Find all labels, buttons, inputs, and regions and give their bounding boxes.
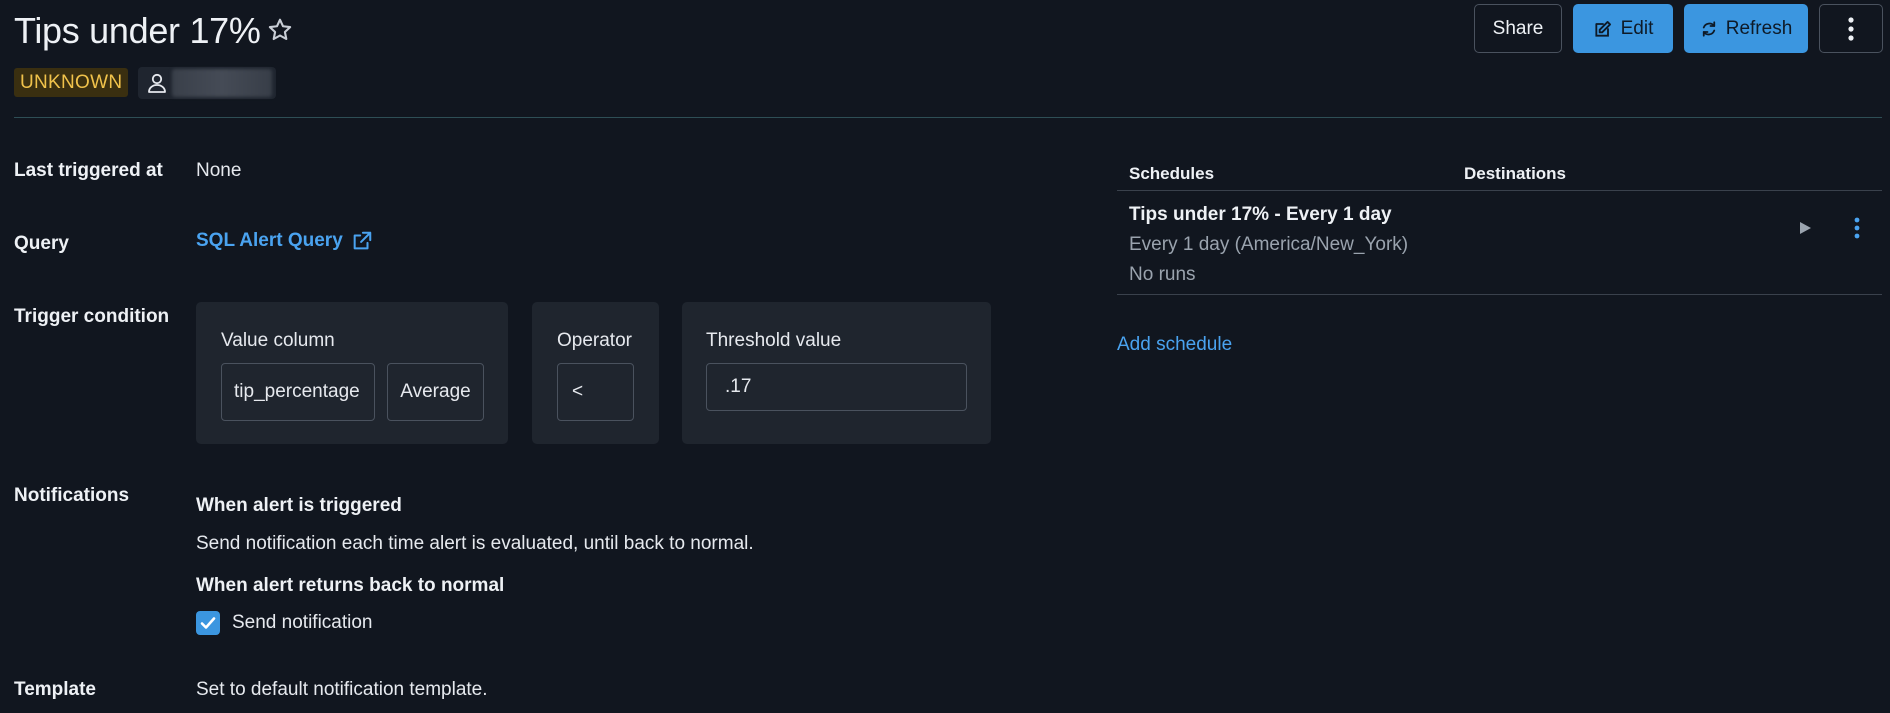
schedule-runs: No runs [1129,264,1196,285]
schedule-row-divider [1117,294,1882,295]
value-column-select[interactable]: tip_percentage [221,363,375,421]
more-options-button[interactable] [1819,4,1883,53]
schedule-frequency: Every 1 day (America/New_York) [1129,234,1409,255]
template-value: Set to default notification template. [196,679,488,700]
schedule-name: Tips under 17% - Every 1 day [1129,204,1392,225]
kebab-icon [1848,16,1854,41]
edit-label: Edit [1620,17,1654,39]
when-triggered-text: Send notification each time alert is eva… [196,533,754,554]
edit-icon [1595,20,1611,37]
status-badge: UNKNOWN [14,68,129,97]
schedules-column-header: Schedules [1129,164,1215,183]
schedule-kebab-icon[interactable] [1853,216,1861,240]
last-triggered-value: None [196,160,242,181]
template-label: Template [14,679,97,700]
header-divider [14,117,1882,118]
owner-name-redacted [172,69,272,97]
edit-button[interactable]: Edit [1573,4,1673,53]
check-icon [200,617,216,629]
star-icon[interactable] [266,16,294,44]
schedules-header-divider [1117,190,1882,191]
aggregation-value: Average [400,381,471,402]
value-column-panel: Value column tip_percentage Average [196,302,508,444]
refresh-button[interactable]: Refresh [1684,4,1808,53]
external-link-icon [353,231,372,250]
operator-panel: Operator < [532,302,659,444]
send-notification-label[interactable]: Send notification [232,612,373,634]
value-column-label: Value column [221,330,335,351]
threshold-value: .17 [725,376,752,397]
operator-label: Operator [557,330,632,351]
threshold-label: Threshold value [706,330,842,351]
user-icon [148,73,166,93]
refresh-icon [1702,20,1715,37]
query-label: Query [14,233,69,254]
notifications-label: Notifications [14,485,130,506]
destinations-column-header: Destinations [1464,164,1567,183]
operator-select[interactable]: < [557,363,634,421]
trigger-condition-label: Trigger condition [14,306,170,327]
share-label: Share [1492,17,1544,39]
page-title: Tips under 17% [14,10,261,51]
owner-chip [138,67,276,99]
share-button[interactable]: Share [1474,4,1562,53]
query-link[interactable]: SQL Alert Query [196,230,373,252]
query-link-text: SQL Alert Query [196,230,343,251]
threshold-input[interactable]: .17 [706,363,967,411]
operator-value: < [572,381,584,402]
back-to-normal-heading: When alert returns back to normal [196,575,505,596]
play-icon[interactable] [1797,220,1813,236]
value-column-value: tip_percentage [234,381,360,402]
last-triggered-label: Last triggered at [14,160,163,181]
send-notification-checkbox[interactable] [196,611,220,635]
add-schedule-link[interactable]: Add schedule [1117,334,1232,356]
aggregation-select[interactable]: Average [387,363,484,421]
threshold-panel: Threshold value .17 [682,302,991,444]
refresh-label: Refresh [1725,17,1793,39]
when-triggered-heading: When alert is triggered [196,495,402,516]
